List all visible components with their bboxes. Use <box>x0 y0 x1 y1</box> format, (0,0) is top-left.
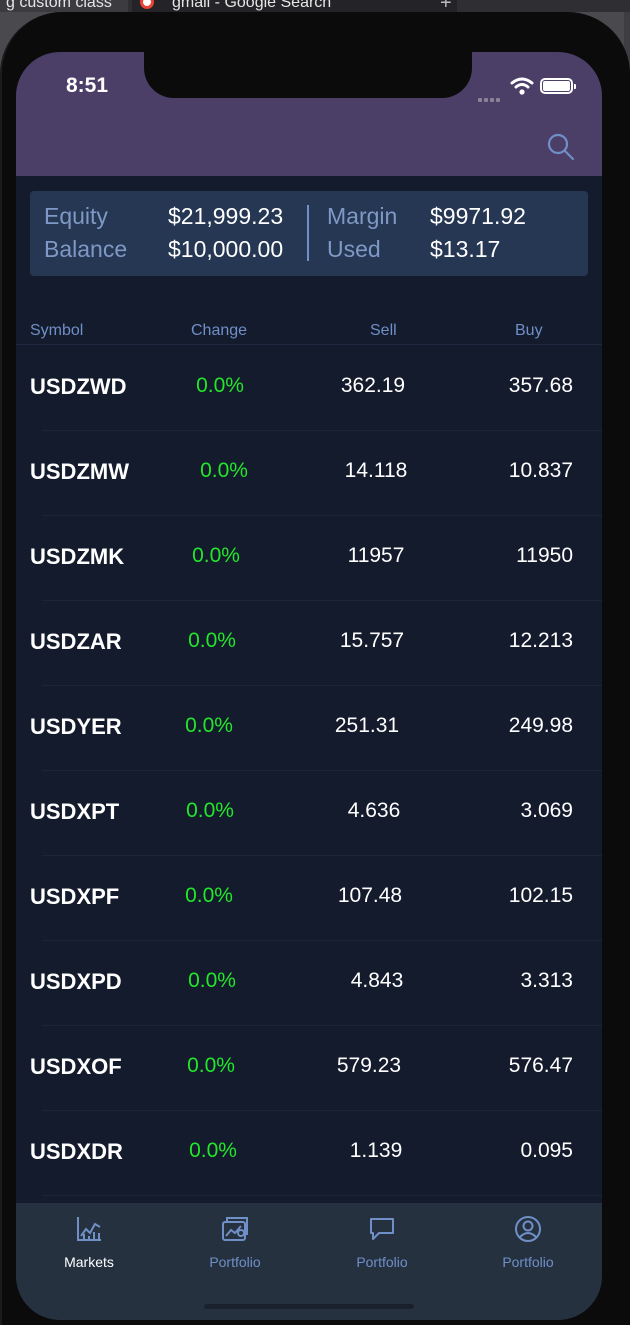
used-label: Used <box>327 236 381 262</box>
row-sell-price: 579.23 <box>336 1054 402 1077</box>
balance-label: Balance <box>44 236 128 262</box>
row-change: 0.0% <box>200 459 248 482</box>
market-row[interactable]: USDXPT 0.0% 4.636 3.069 <box>16 771 602 856</box>
margin-value: $9971.92 <box>430 203 526 229</box>
row-symbol: USDXPT <box>30 799 120 824</box>
row-change: 0.0% <box>192 544 240 567</box>
cellular-signal-icon <box>478 89 502 107</box>
row-change: 0.0% <box>187 1054 235 1077</box>
row-symbol: USDZAR <box>30 629 122 654</box>
row-buy-price: 0.095 <box>520 1139 573 1162</box>
row-change: 0.0% <box>186 799 234 822</box>
app-screen: 8:51 Equity $21,999.23 Balance $10,000.0… <box>16 52 602 1320</box>
row-sell-price: 14.118 <box>344 459 408 482</box>
tab-label-markets: Markets <box>64 1254 114 1270</box>
row-change: 0.0% <box>188 629 236 652</box>
row-symbol: USDZWD <box>30 374 127 399</box>
battery-icon <box>540 78 576 94</box>
row-buy-price: 357.68 <box>508 374 573 397</box>
row-symbol: USDYER <box>30 714 122 739</box>
margin-label: Margin <box>327 203 398 229</box>
home-indicator <box>204 1304 414 1309</box>
row-buy-price: 249.98 <box>508 714 573 737</box>
chat-icon <box>370 1218 394 1240</box>
row-symbol: USDXDR <box>30 1139 123 1164</box>
search-icon[interactable] <box>546 132 576 162</box>
market-row[interactable]: USDZAR 0.0% 15.757 12.213 <box>16 601 602 686</box>
market-row[interactable]: USDXPF 0.0% 107.48 102.15 <box>16 856 602 941</box>
row-buy-price: 3.069 <box>520 799 573 822</box>
row-buy-price: 10.837 <box>508 459 573 482</box>
bottom-tab-bar: Markets Portfolio Portfolio Portfolio <box>16 1203 602 1320</box>
row-symbol: USDXPD <box>30 969 122 994</box>
row-symbol: USDXPF <box>30 884 120 909</box>
browser-tab-custom-class[interactable]: g custom class <box>0 0 128 12</box>
portfolio-chart-icon <box>222 1217 248 1241</box>
account-summary-card: Equity $21,999.23 Balance $10,000.00 Mar… <box>30 191 588 276</box>
market-row[interactable]: USDZWD 0.0% 362.19 357.68 <box>16 346 602 431</box>
chart-icon <box>77 1217 101 1241</box>
market-row[interactable]: USDYER 0.0% 251.31 249.98 <box>16 686 602 771</box>
row-sell-price: 107.48 <box>337 884 403 907</box>
tab-portfolio[interactable]: Portfolio <box>180 1203 290 1283</box>
column-header-buy: Buy <box>515 322 543 339</box>
row-change: 0.0% <box>185 884 233 907</box>
market-row[interactable]: USDZMK 0.0% 11957 11950 <box>16 516 602 601</box>
row-change: 0.0% <box>185 714 233 737</box>
tab-label-portfolio-3: Portfolio <box>502 1254 554 1270</box>
status-time: 8:51 <box>66 74 109 97</box>
balance-value: $10,000.00 <box>168 236 284 262</box>
row-buy-price: 576.47 <box>508 1054 573 1077</box>
row-symbol: USDZMK <box>30 544 125 569</box>
row-sell-price: 15.757 <box>339 629 405 652</box>
market-row[interactable]: USDXPD 0.0% 4.843 3.313 <box>16 941 602 1026</box>
wifi-icon <box>510 77 534 95</box>
row-change: 0.0% <box>189 1139 237 1162</box>
used-value: $13.17 <box>430 236 501 262</box>
google-icon <box>140 0 154 9</box>
column-header-symbol: Symbol <box>30 322 84 339</box>
row-buy-price: 102.15 <box>508 884 573 907</box>
row-change: 0.0% <box>196 374 244 397</box>
phone-frame: 8:51 Equity $21,999.23 Balance $10,000.0… <box>0 12 630 1325</box>
row-sell-price: 251.31 <box>334 714 400 737</box>
tab-markets[interactable]: Markets <box>34 1203 144 1283</box>
row-buy-price: 11950 <box>516 544 573 567</box>
row-change: 0.0% <box>188 969 236 992</box>
equity-value: $21,999.23 <box>168 203 284 229</box>
row-buy-price: 12.213 <box>508 629 573 652</box>
tab-label-portfolio: Portfolio <box>209 1254 261 1270</box>
market-row[interactable]: USDZMW 0.0% 14.118 10.837 <box>16 431 602 516</box>
new-tab-button[interactable]: + <box>440 0 452 12</box>
row-symbol: USDZMW <box>30 459 129 484</box>
header-divider <box>16 344 602 345</box>
row-buy-price: 3.313 <box>520 969 573 992</box>
row-sell-price: 1.139 <box>349 1139 403 1162</box>
column-header-change: Change <box>191 322 248 339</box>
market-row[interactable]: USDXDR 0.0% 1.139 0.095 <box>16 1111 602 1196</box>
tab-profile[interactable]: Portfolio <box>473 1203 583 1283</box>
row-sell-price: 4.843 <box>350 969 404 992</box>
browser-tab-label: gmail - Google Search <box>172 0 332 11</box>
device-notch <box>144 52 472 98</box>
equity-label: Equity <box>44 203 108 229</box>
row-symbol: USDXOF <box>30 1054 122 1079</box>
tab-label-portfolio-2: Portfolio <box>356 1254 408 1270</box>
market-row[interactable]: USDXOF 0.0% 579.23 576.47 <box>16 1026 602 1111</box>
tab-messages[interactable]: Portfolio <box>327 1203 437 1283</box>
row-sell-price: 11957 <box>347 544 405 567</box>
browser-tab-gmail-search[interactable]: gmail - Google Search <box>132 0 457 12</box>
user-icon <box>515 1216 541 1242</box>
browser-tab-strip: g custom class gmail - Google Search + <box>0 0 630 12</box>
row-sell-price: 362.19 <box>340 374 406 397</box>
app-header: 8:51 <box>16 52 602 176</box>
summary-divider <box>307 205 309 261</box>
row-sell-price: 4.636 <box>347 799 401 822</box>
column-header-sell: Sell <box>370 322 397 339</box>
